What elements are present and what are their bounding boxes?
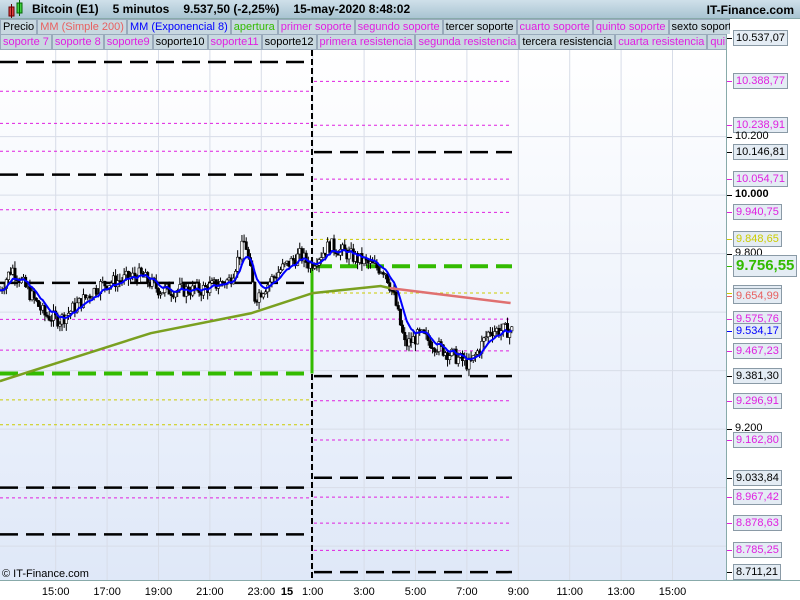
- candle-body: [281, 263, 285, 271]
- price-tick: [727, 266, 732, 268]
- candle-body: [403, 332, 407, 341]
- price-label: 8.711,21: [733, 564, 782, 581]
- price-tick: [727, 376, 732, 378]
- price-label: 9.381,30: [733, 368, 782, 385]
- price-axis: 10.537,07 10.388,77 10.238,91 10.200 10.146,…: [726, 30, 800, 581]
- price-label: 9.033,84: [733, 469, 782, 486]
- candle-body: [174, 292, 178, 298]
- candle-body: [276, 272, 280, 279]
- chart-plot: [0, 50, 726, 580]
- sma200-line-down: [389, 286, 511, 305]
- time-label: 9:00: [507, 586, 530, 598]
- candle-body: [401, 324, 405, 333]
- candle-body: [32, 290, 36, 299]
- sma200-line: [0, 284, 391, 383]
- time-label: 15:00: [41, 586, 70, 598]
- candle-body: [398, 308, 402, 326]
- candle-body: [319, 257, 323, 260]
- candle-body: [493, 331, 497, 337]
- candle-body: [13, 267, 17, 279]
- price-tick: [727, 125, 732, 127]
- candle-body: [34, 297, 38, 301]
- candle-body: [244, 241, 248, 250]
- price-label: 9.534,17: [733, 323, 782, 340]
- candle-body: [103, 280, 107, 287]
- price-label: 8.878,63: [733, 515, 782, 532]
- copyright: © IT-Finance.com: [2, 568, 89, 580]
- candle-body: [210, 280, 214, 284]
- time-axis: 15:00 17:00 19:00 21:00 23:00 15 1:00 3:00 5:00 7…: [0, 580, 800, 600]
- time-label: 5:00: [404, 586, 427, 598]
- candle-body: [261, 293, 265, 298]
- price-label: 10.537,07: [733, 30, 788, 46]
- price-tick: [727, 179, 732, 181]
- time-label: 19:00: [144, 586, 173, 598]
- time-label: 15:00: [658, 586, 687, 598]
- candle-body: [36, 300, 40, 307]
- price-tick: [727, 136, 732, 138]
- candle-body: [47, 316, 51, 321]
- price-label: 8.967,42: [733, 489, 782, 506]
- price-tick: [727, 477, 732, 479]
- price-label: 10.200: [735, 129, 769, 142]
- price-label: 10.388,77: [733, 73, 788, 90]
- price-tick: [727, 497, 732, 499]
- price-tick: [727, 212, 732, 214]
- price-tick: [727, 572, 732, 574]
- price-label: 8.785,25: [733, 542, 782, 559]
- candle-body: [456, 356, 460, 364]
- price-label: 9.654,99: [733, 288, 782, 304]
- price-label: 9.940,75: [733, 204, 782, 221]
- price-tick: [727, 296, 732, 297]
- price-label: 10.054,71: [733, 171, 788, 188]
- candle-body: [278, 269, 282, 273]
- time-label: 23:00: [247, 586, 276, 598]
- time-label: 1:00: [301, 586, 324, 598]
- candle-body: [396, 305, 400, 310]
- price-tick: [727, 429, 732, 431]
- price-tick: [727, 331, 732, 333]
- candle-body: [332, 238, 336, 252]
- price-tick: [727, 253, 732, 255]
- time-label: 13:00: [607, 586, 635, 598]
- price-tick: [727, 195, 732, 197]
- price-label: 9.296,91: [733, 392, 782, 409]
- candle-body: [94, 288, 98, 295]
- time-label: 21:00: [196, 586, 224, 598]
- price-label: 9.162,80: [733, 431, 782, 448]
- price-tick: [727, 400, 732, 402]
- price-tick: [727, 350, 732, 352]
- candle-body: [139, 267, 143, 274]
- price-tick: [727, 292, 732, 294]
- candle-body: [501, 323, 505, 331]
- price-label: 10.146,81: [733, 144, 788, 161]
- price-label: 9.756,55: [733, 255, 798, 278]
- price-tick: [727, 439, 732, 441]
- candle-body: [240, 240, 244, 260]
- candle-body: [58, 323, 62, 327]
- candle-body: [43, 304, 47, 316]
- price-tick: [727, 550, 732, 552]
- candle-body: [253, 281, 257, 302]
- price-label: 9.467,23: [733, 342, 782, 359]
- price-tick: [727, 81, 732, 83]
- price-tick: [727, 239, 732, 241]
- time-label: 15: [280, 586, 294, 598]
- price-tick: [727, 523, 732, 525]
- candle-body: [394, 291, 398, 306]
- candle-body: [482, 337, 486, 342]
- time-label: 3:00: [353, 586, 375, 598]
- price-label: 10.000: [735, 188, 769, 201]
- candle-body: [236, 256, 240, 272]
- candle-body: [448, 355, 452, 360]
- price-tick: [727, 152, 732, 154]
- price-tick: [727, 38, 732, 39]
- time-label: 7:00: [456, 586, 478, 598]
- time-label: 11:00: [556, 586, 584, 598]
- candle-body: [428, 340, 432, 348]
- price-tick: [727, 319, 732, 321]
- time-label: 17:00: [93, 586, 121, 598]
